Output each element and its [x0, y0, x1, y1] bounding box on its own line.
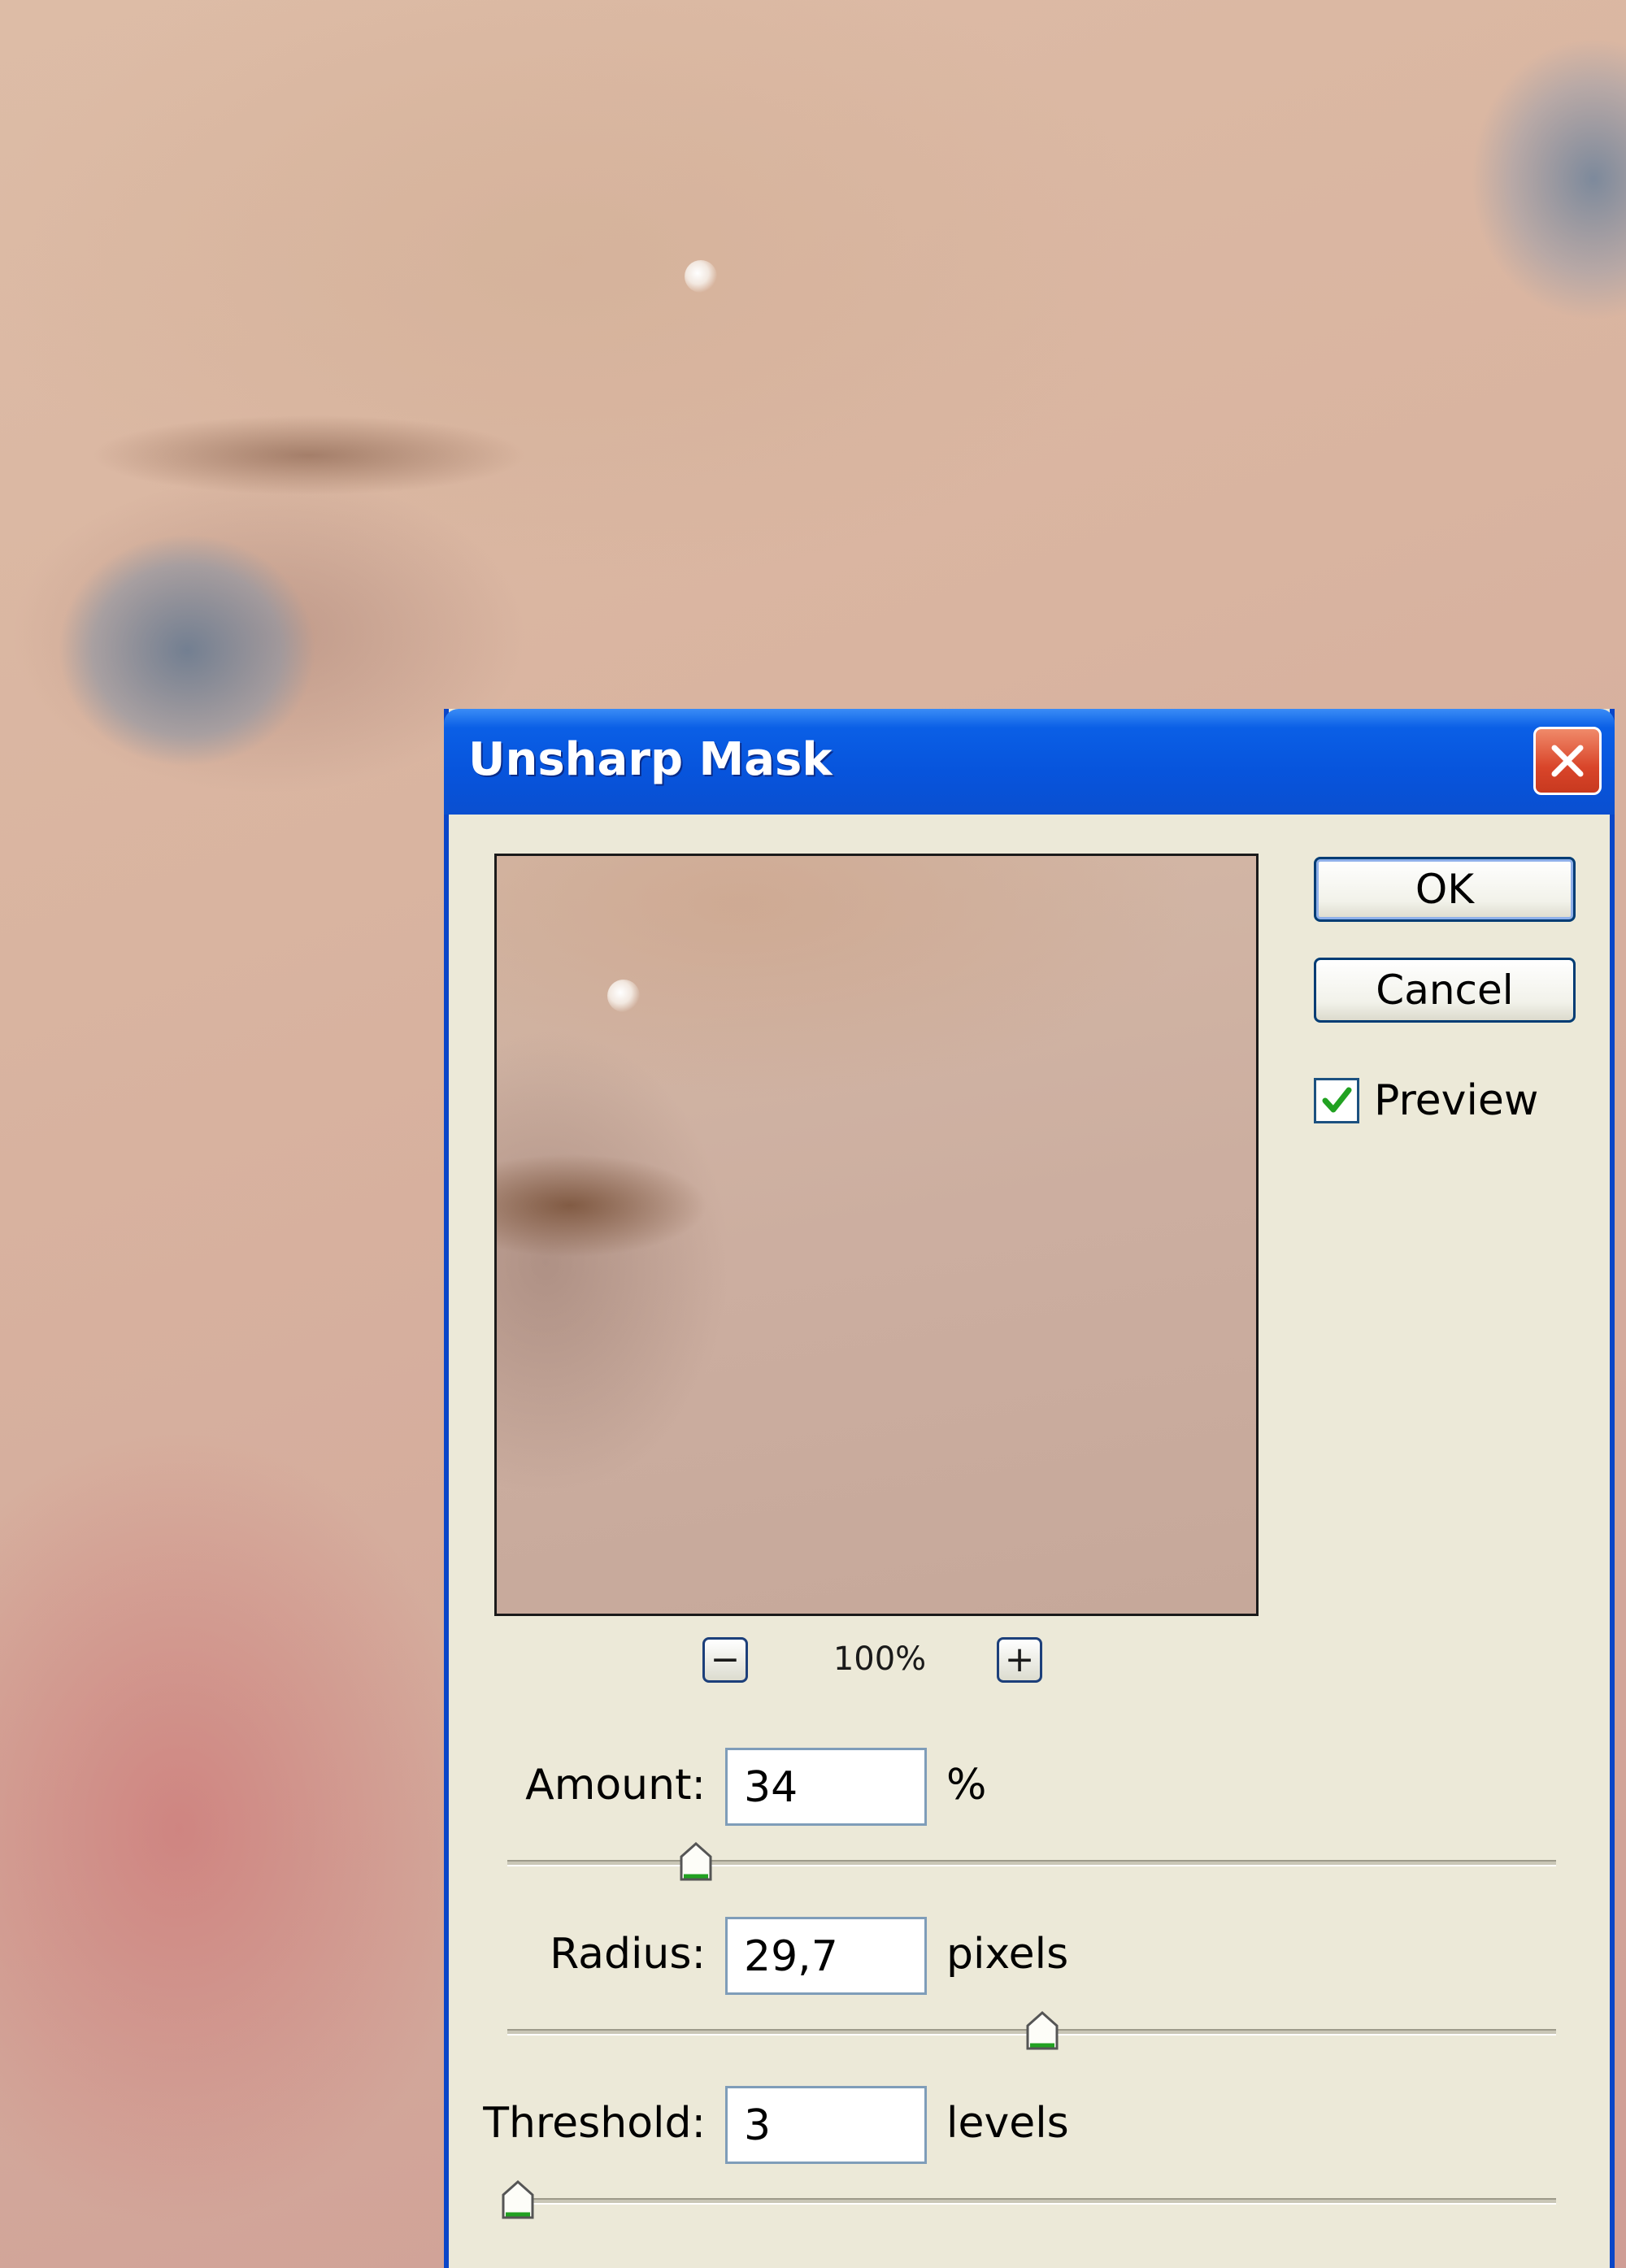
preview-highlight	[607, 980, 640, 1012]
amount-slider-thumb[interactable]	[678, 1842, 714, 1883]
amount-slider[interactable]	[507, 1860, 1556, 1866]
zoom-in-button[interactable]: +	[997, 1637, 1042, 1683]
threshold-label: Threshold:	[483, 2099, 706, 2148]
preview-pane[interactable]	[494, 854, 1259, 1616]
close-x-icon	[1551, 745, 1584, 777]
threshold-slider[interactable]	[507, 2198, 1556, 2205]
dialog-title: Unsharp Mask	[468, 733, 833, 786]
minus-icon: −	[710, 1639, 741, 1680]
dialog-titlebar[interactable]: Unsharp Mask	[444, 709, 1615, 815]
unsharp-mask-dialog: Unsharp Mask − 100% + OK Cancel Preview …	[444, 709, 1615, 2268]
radius-label: Radius:	[550, 1930, 706, 1979]
threshold-unit: levels	[946, 2099, 1069, 2148]
zoom-level: 100%	[833, 1640, 927, 1678]
preview-checkbox-label[interactable]: Preview	[1374, 1076, 1538, 1125]
amount-label: Amount:	[525, 1761, 706, 1810]
plus-icon: +	[1004, 1639, 1035, 1680]
radius-input[interactable]: 29,7	[725, 1917, 927, 1995]
amount-input[interactable]: 34	[725, 1748, 927, 1826]
amount-unit: %	[946, 1761, 987, 1810]
photo-highlight	[685, 260, 717, 293]
ok-button[interactable]: OK	[1314, 857, 1576, 922]
close-button[interactable]	[1533, 727, 1602, 795]
radius-slider-thumb[interactable]	[1024, 2011, 1060, 2052]
checkmark-icon	[1322, 1087, 1352, 1113]
preview-checkbox[interactable]	[1314, 1078, 1359, 1123]
radius-unit: pixels	[946, 1930, 1069, 1979]
threshold-slider-thumb[interactable]	[500, 2180, 536, 2221]
zoom-out-button[interactable]: −	[702, 1637, 748, 1683]
threshold-input[interactable]: 3	[725, 2086, 927, 2164]
cancel-button[interactable]: Cancel	[1314, 958, 1576, 1023]
